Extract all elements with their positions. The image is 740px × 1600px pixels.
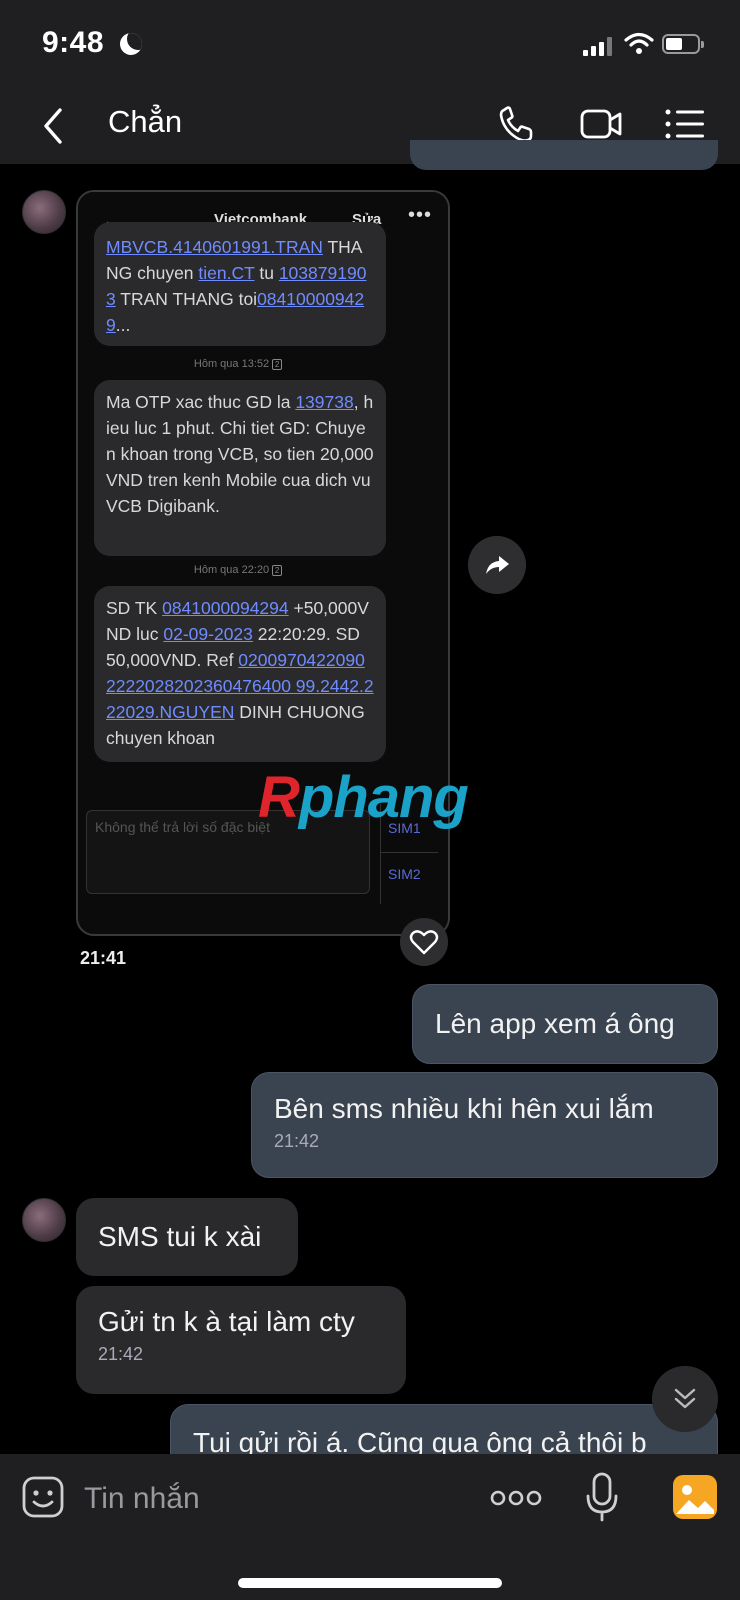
sms-text: TRAN THANG toi xyxy=(115,289,258,309)
sim-badge-icon: 2 xyxy=(272,564,283,576)
forward-button[interactable] xyxy=(468,536,526,594)
message-time: 21:42 xyxy=(98,1344,144,1364)
phone-call-button[interactable] xyxy=(496,104,540,144)
divider xyxy=(380,852,438,853)
sms-link: 02-09-2023 xyxy=(163,624,253,644)
message-text: Lên app xem á ông xyxy=(435,1008,675,1039)
message-composer-bar: Tin nhắn xyxy=(0,1454,740,1600)
back-button[interactable] xyxy=(38,106,68,146)
message-time: 21:41 xyxy=(80,948,127,968)
scroll-to-bottom-button[interactable] xyxy=(652,1366,718,1432)
sms-text: tu xyxy=(254,263,279,283)
screenshot-sms-timestamp: Hôm qua 13:52 2 xyxy=(78,358,398,370)
sms-text: SD TK xyxy=(106,598,163,618)
watermark-logo: Rphang xyxy=(258,765,469,830)
video-call-button[interactable] xyxy=(580,104,624,144)
sms-link: 139738 xyxy=(295,392,354,412)
battery-icon xyxy=(662,34,704,54)
sms-link: tien.CT xyxy=(198,263,255,283)
sms-link: 0841000094294 xyxy=(162,598,289,618)
cellular-signal-icon xyxy=(583,36,613,56)
more-options-button[interactable] xyxy=(490,1486,542,1510)
screenshot-sms-message: SD TK 0841000094294 +50,000VND luc 02-09… xyxy=(94,586,386,762)
message-text: SMS tui k xài xyxy=(98,1221,262,1252)
message-bubble[interactable]: SMS tui k xài xyxy=(76,1198,298,1276)
screenshot-sms-message: Ma OTP xac thuc GD la 139738, hieu luc 1… xyxy=(94,380,386,556)
avatar[interactable] xyxy=(22,190,66,234)
wifi-icon xyxy=(624,32,654,54)
menu-list-button[interactable] xyxy=(664,104,708,144)
gallery-image-button[interactable] xyxy=(672,1474,718,1520)
message-time: 21:42 xyxy=(274,1131,320,1151)
message-bubble[interactable]: Lên app xem á ông xyxy=(412,984,718,1064)
avatar[interactable] xyxy=(22,1198,66,1242)
home-indicator xyxy=(238,1578,502,1588)
microphone-button[interactable] xyxy=(584,1472,620,1522)
screenshot-sms-message: MBVCB.4140601991.TRAN THANG chuyen tien.… xyxy=(94,222,386,346)
sms-link: MBVCB.4140601991.TRAN xyxy=(106,237,323,257)
previous-message-bubble[interactable] xyxy=(410,140,718,170)
status-time: 9:48 xyxy=(42,26,105,59)
screenshot-sms-timestamp: Hôm qua 22:20 2 xyxy=(78,564,398,576)
chat-title[interactable]: Chẳn xyxy=(108,104,182,140)
message-input[interactable]: Tin nhắn xyxy=(84,1482,200,1516)
screenshot-more-icon: ••• xyxy=(408,204,433,226)
message-bubble[interactable]: Bên sms nhiều khi hên xui lắm 21:42 xyxy=(251,1072,718,1178)
moon-icon xyxy=(120,33,142,55)
sim-badge-icon: 2 xyxy=(272,358,283,370)
sticker-emoji-button[interactable] xyxy=(22,1476,64,1518)
sms-text: Ma OTP xac thuc GD la xyxy=(106,392,296,412)
message-text: Bên sms nhiều khi hên xui lắm xyxy=(274,1093,654,1124)
screenshot-sim2-label: SIM2 xyxy=(388,866,421,882)
react-heart-button[interactable] xyxy=(400,918,448,966)
message-text: Gửi tn k à tại làm cty xyxy=(98,1306,355,1337)
sms-text: ... xyxy=(115,315,131,335)
message-bubble[interactable]: Gửi tn k à tại làm cty 21:42 xyxy=(76,1286,406,1394)
